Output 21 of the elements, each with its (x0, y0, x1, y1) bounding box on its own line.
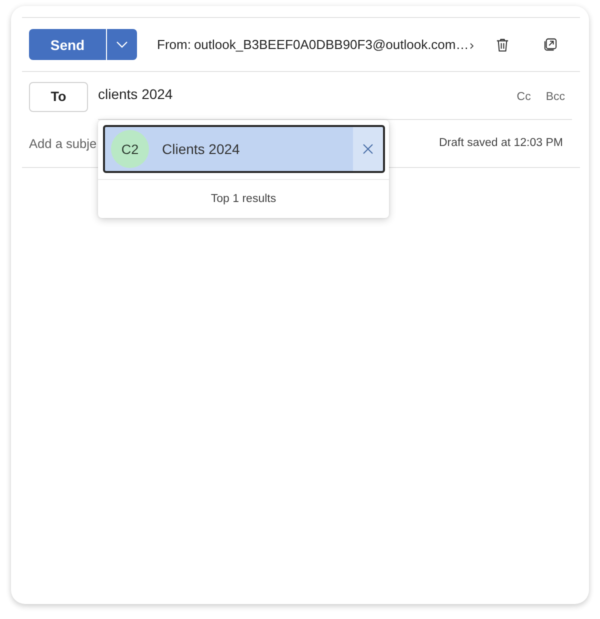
square-arrow-icon (544, 38, 556, 51)
from-address[interactable]: outlook_B3BEEF0A0DBB90F3@outlook.com… (194, 37, 469, 52)
trash-icon (496, 38, 508, 52)
subject-field[interactable]: Add a subje (29, 134, 98, 154)
to-field[interactable]: clients 2024 (98, 84, 478, 104)
send-button[interactable]: Send (29, 29, 106, 60)
draft-status: Draft saved at 12:03 PM (438, 136, 563, 148)
chevron-right-icon (470, 43, 474, 49)
results-count: Top 1 results (210, 193, 276, 205)
to-button[interactable]: To (29, 82, 88, 112)
cc-button[interactable]: Cc (516, 90, 531, 102)
close-icon (363, 144, 373, 154)
from-label: From: (157, 37, 191, 52)
bcc-button[interactable]: Bcc (546, 90, 565, 102)
send-options-button[interactable] (107, 29, 137, 60)
pop-out-button[interactable] (542, 36, 558, 52)
suggestion-item[interactable]: C2 Clients 2024 (103, 125, 385, 173)
chevron-down-icon (116, 41, 128, 48)
avatar-initials: C2 (111, 130, 149, 168)
discard-button[interactable] (494, 36, 510, 52)
contact-name: Clients 2024 (162, 141, 240, 157)
